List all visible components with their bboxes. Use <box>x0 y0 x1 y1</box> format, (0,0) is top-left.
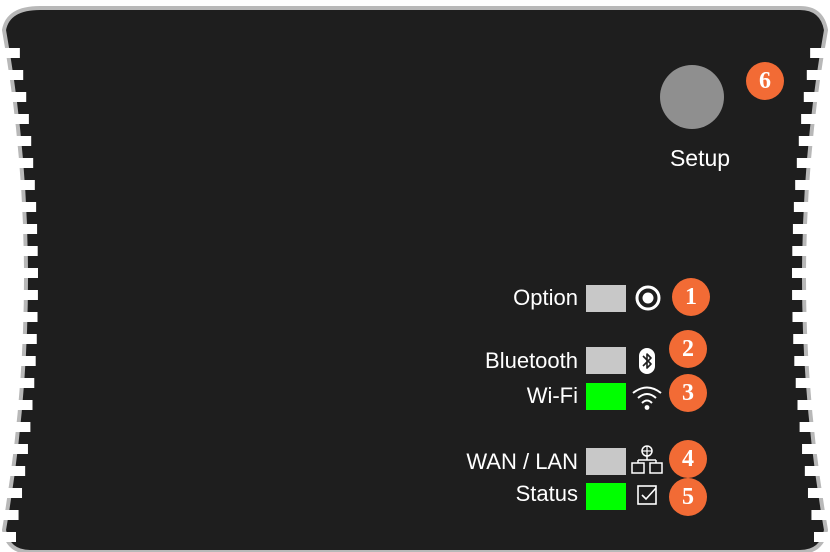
vent-tooth-right <box>801 114 828 124</box>
network-icon <box>631 445 663 474</box>
vent-tooth-left <box>11 290 38 300</box>
vent-tooth-left <box>0 510 19 520</box>
setup-label: Setup <box>669 145 731 171</box>
vent-tooth-left <box>0 92 27 102</box>
vent-tooth-left <box>4 422 31 432</box>
vent-tooth-right <box>797 400 824 410</box>
vent-tooth-left <box>11 268 38 278</box>
vent-tooth-left <box>11 246 38 256</box>
vent-tooth-right <box>792 312 819 322</box>
option-label: Option <box>513 285 578 310</box>
vent-tooth-right <box>794 356 821 366</box>
option-led <box>586 285 626 312</box>
vent-tooth-left <box>2 114 29 124</box>
vent-tooth-left <box>0 70 24 80</box>
vent-tooth-left <box>11 312 38 322</box>
vent-tooth-right <box>814 532 830 542</box>
vent-tooth-right <box>795 180 822 190</box>
setup-button[interactable] <box>660 65 724 129</box>
wifi-label: Wi-Fi <box>526 383 578 408</box>
vent-tooth-right <box>804 466 830 476</box>
status-label: Status <box>515 481 578 506</box>
vent-tooth-left <box>10 334 37 344</box>
vent-tooth-right <box>793 334 820 344</box>
vent-tooth-right <box>803 92 830 102</box>
wan-lan-led <box>586 448 626 475</box>
bluetooth-led <box>586 347 626 374</box>
vent-tooth-left <box>8 378 35 388</box>
status-led <box>586 483 626 510</box>
vent-tooth-right <box>806 70 830 80</box>
vent-tooth-left <box>9 356 36 366</box>
vent-tooth-left <box>11 224 38 234</box>
vent-tooth-right <box>798 136 825 146</box>
vent-tooth-left <box>7 158 34 168</box>
badge-option: 1 <box>672 278 710 316</box>
vent-tooth-right <box>799 422 826 432</box>
bluetooth-icon <box>639 348 655 374</box>
vent-tooth-right <box>792 224 819 234</box>
vent-tooth-right <box>802 444 829 454</box>
vent-tooth-left <box>0 466 26 476</box>
badge-setup: 6 <box>746 62 784 100</box>
vent-tooth-left <box>6 400 33 410</box>
vent-tooth-left <box>10 202 37 212</box>
vent-tooth-right <box>792 246 819 256</box>
vent-tooth-right <box>796 158 823 168</box>
vent-tooth-left <box>0 488 23 498</box>
badge-bluetooth: 2 <box>669 330 707 368</box>
vent-tooth-left <box>5 136 32 146</box>
vent-tooth-left <box>0 48 20 58</box>
bluetooth-label: Bluetooth <box>485 348 578 373</box>
target-icon <box>635 285 661 311</box>
checkbox-icon <box>637 485 657 505</box>
vent-tooth-right <box>793 202 820 212</box>
badge-wifi: 3 <box>669 374 707 412</box>
vent-tooth-right <box>792 268 819 278</box>
vent-tooth-left <box>0 532 16 542</box>
wifi-led <box>586 383 626 410</box>
vent-tooth-right <box>792 290 819 300</box>
vent-tooth-left <box>8 180 35 190</box>
badge-wan-lan: 4 <box>669 440 707 478</box>
badge-status: 5 <box>669 478 707 516</box>
wifi-icon <box>632 386 662 410</box>
vent-tooth-right <box>795 378 822 388</box>
vent-tooth-right <box>811 510 830 520</box>
vent-tooth-left <box>1 444 28 454</box>
vent-tooth-right <box>807 488 830 498</box>
wan-lan-label: WAN / LAN <box>466 449 578 474</box>
vent-tooth-right <box>810 48 830 58</box>
